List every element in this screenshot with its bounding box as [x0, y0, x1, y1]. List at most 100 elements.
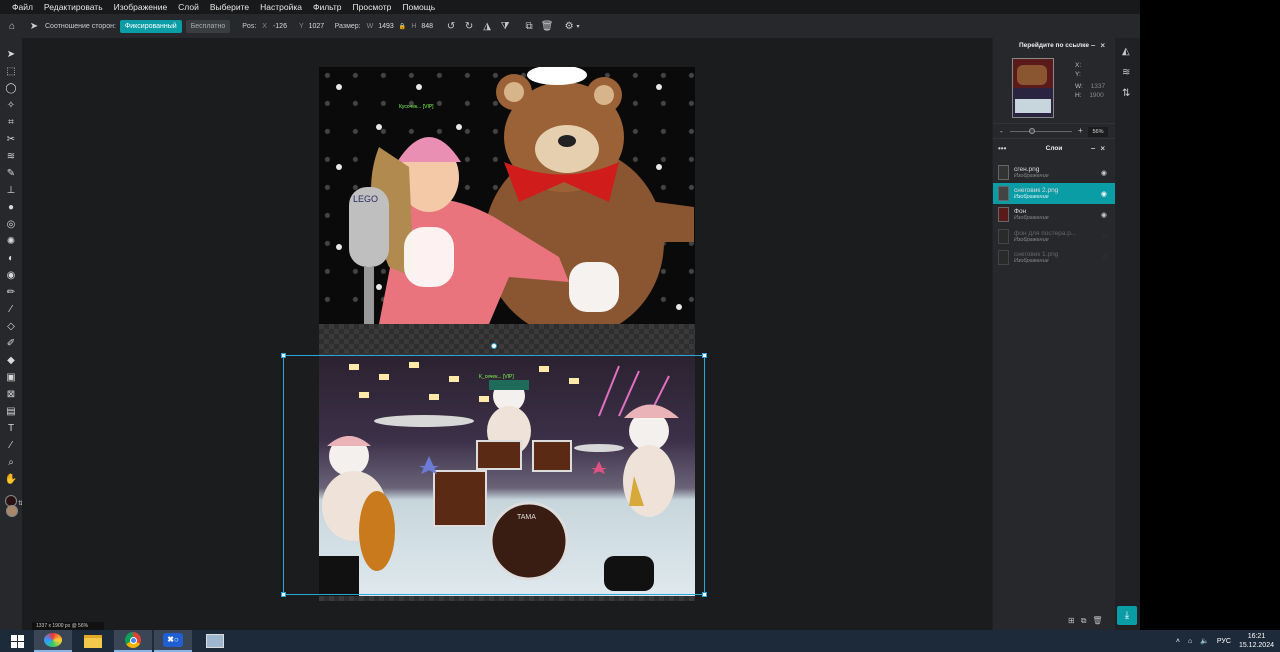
windows-start-icon[interactable] — [0, 630, 34, 652]
menu-help[interactable]: Помощь — [402, 2, 435, 12]
background-color-swatch[interactable] — [6, 505, 18, 517]
gear-icon[interactable]: ⚙ — [563, 20, 575, 32]
chrome-icon[interactable] — [114, 630, 152, 652]
rotate-handle[interactable] — [491, 343, 497, 349]
rotate-left-icon[interactable]: ↺ — [445, 20, 457, 32]
eye-hidden-icon[interactable]: ◌ — [1103, 254, 1107, 261]
eyedropper-tool-icon[interactable]: ⁄ — [4, 438, 18, 452]
sponge-tool-icon[interactable]: ◎ — [4, 217, 18, 231]
network-icon[interactable]: ⌂ — [1188, 638, 1192, 645]
shape-tool-icon[interactable]: ⊠ — [4, 387, 18, 401]
zoom-out-button[interactable]: - — [1000, 127, 1003, 136]
zoom-tool-icon[interactable]: ⌕ — [4, 455, 18, 469]
download-button[interactable]: ⤓ — [1117, 606, 1137, 625]
marquee-tool-icon[interactable]: ⬚ — [4, 64, 18, 78]
move-tool-icon[interactable]: ➤ — [4, 47, 18, 61]
menu-select[interactable]: Выберите — [210, 2, 249, 12]
trash-icon[interactable]: 🗑 — [541, 20, 554, 32]
magic-wand-tool-icon[interactable]: ✧ — [4, 98, 18, 112]
size-w-input[interactable]: 1493 — [378, 23, 394, 30]
burn-tool-icon[interactable]: ◐ — [4, 251, 18, 265]
clock[interactable]: 16:21 15.12.2024 — [1239, 632, 1274, 650]
scissors-tool-icon[interactable]: ✂ — [4, 132, 18, 146]
pencil-tool-icon[interactable]: ✏ — [4, 285, 18, 299]
menu-edit[interactable]: Редактировать — [44, 2, 103, 12]
text-tool-icon[interactable]: T — [4, 421, 18, 435]
eye-hidden-icon[interactable]: ◌ — [1103, 233, 1107, 240]
paint-app-icon[interactable] — [34, 630, 72, 652]
pos-x-input[interactable]: -126 — [273, 23, 295, 30]
dodge-tool-icon[interactable]: ✺ — [4, 234, 18, 248]
history-icon[interactable]: ◭ — [1122, 46, 1130, 57]
gradient-tool-icon[interactable]: ▣ — [4, 370, 18, 384]
panel-controls[interactable]: –× — [1091, 41, 1110, 50]
zoom-slider-thumb[interactable] — [1029, 128, 1035, 134]
eraser-tool-icon[interactable]: ◇ — [4, 319, 18, 333]
layer-row[interactable]: Фон Изображение ◉ — [993, 204, 1115, 225]
lasso-tool-icon[interactable]: ◯ — [4, 81, 18, 95]
layer-image-bear-singer[interactable]: LEGO Кусочек... [VIP] — [319, 67, 695, 324]
liquify-tool-icon[interactable]: ≋ — [4, 149, 18, 163]
stamp-tool-icon[interactable]: ⊥ — [4, 183, 18, 197]
add-layer-icon[interactable]: ⊞ — [1068, 616, 1075, 626]
game-app-icon[interactable]: ✖○ — [154, 630, 192, 652]
layer-row[interactable]: снеговик 1.png Изображение ◌ — [993, 247, 1115, 268]
transform-handle-bottom-left[interactable] — [281, 592, 286, 597]
eye-tool-icon[interactable]: ◉ — [4, 268, 18, 282]
home-icon[interactable]: ⌂ — [6, 20, 18, 32]
transform-selection-box[interactable] — [283, 355, 705, 595]
eye-icon[interactable]: ◉ — [1101, 190, 1107, 198]
link-icon[interactable]: 🔒 — [399, 23, 406, 30]
eye-icon[interactable]: ◉ — [1101, 169, 1107, 177]
eye-icon[interactable]: ◉ — [1101, 211, 1107, 219]
palette-icon — [44, 633, 62, 647]
tray-arrow-icon[interactable]: ˄ — [1176, 638, 1180, 645]
aspect-fixed-button[interactable]: Фиксированный — [119, 19, 182, 33]
menu-view[interactable]: Просмотр — [353, 2, 392, 12]
flip-vertical-icon[interactable]: ⧩ — [499, 20, 511, 32]
replace-color-tool-icon[interactable]: ✐ — [4, 336, 18, 350]
navigator-thumbnail[interactable] — [1012, 58, 1054, 118]
healing-tool-icon[interactable]: ✎ — [4, 166, 18, 180]
crop-tool-icon[interactable]: ⌗ — [4, 115, 18, 129]
layer-row[interactable]: фон для постера.p... Изображение ◌ — [993, 226, 1115, 247]
zoom-slider[interactable] — [1010, 131, 1072, 132]
transform-handle-top-right[interactable] — [702, 353, 707, 358]
nav-w-value: 1337 — [1090, 83, 1106, 90]
zoom-in-button[interactable]: + — [1078, 126, 1083, 135]
file-explorer-icon[interactable] — [74, 630, 112, 652]
brush-tool-icon[interactable]: ⁄ — [4, 302, 18, 316]
rect-shape-tool-icon[interactable]: ▤ — [4, 404, 18, 418]
volume-icon[interactable]: 🔈 — [1200, 637, 1209, 645]
flip-horizontal-icon[interactable]: ◮ — [481, 20, 493, 32]
menu-layer[interactable]: Слой — [178, 2, 199, 12]
transform-handle-bottom-right[interactable] — [702, 592, 707, 597]
bucket-tool-icon[interactable]: ◆ — [4, 353, 18, 367]
hand-tool-icon[interactable]: ✋ — [4, 472, 18, 486]
thumbnail-snow — [1015, 99, 1051, 113]
layers-menu-icon[interactable]: ••• — [998, 144, 1006, 153]
size-h-input[interactable]: 848 — [421, 23, 433, 30]
layer-row-selected[interactable]: снеговик 2.png Изображение ◉ — [993, 183, 1115, 204]
rotate-right-icon[interactable]: ↻ — [463, 20, 475, 32]
duplicate-icon[interactable]: ⧉ — [523, 20, 535, 32]
adjust-icon[interactable]: ⇅ — [1122, 88, 1130, 99]
menu-adjust[interactable]: Настройка — [260, 2, 302, 12]
delete-layer-icon[interactable]: 🗑 — [1092, 616, 1102, 626]
drop-tool-icon[interactable]: ● — [4, 200, 18, 214]
image-viewer-icon[interactable] — [196, 630, 234, 652]
layers-icon[interactable]: ≋ — [1122, 67, 1130, 78]
aspect-free-button[interactable]: Бесплатно — [185, 19, 231, 33]
transform-handle-top-left[interactable] — [281, 353, 286, 358]
menu-image[interactable]: Изображение — [114, 2, 168, 12]
menu-filter[interactable]: Фильтр — [313, 2, 342, 12]
layer-text: снеговик 1.png Изображение — [1014, 251, 1058, 265]
zoom-value-field[interactable]: 56% — [1088, 127, 1108, 137]
chevron-down-icon[interactable]: ▾ — [575, 20, 581, 32]
layer-row[interactable]: сген.png Изображение ◉ — [993, 162, 1115, 183]
pos-y-input[interactable]: 1027 — [309, 23, 331, 30]
language-indicator[interactable]: РУС — [1217, 638, 1231, 645]
menu-file[interactable]: Файл — [12, 2, 33, 12]
layers-panel-controls[interactable]: –× — [1091, 144, 1110, 153]
duplicate-layer-icon[interactable]: ⧉ — [1081, 616, 1087, 626]
